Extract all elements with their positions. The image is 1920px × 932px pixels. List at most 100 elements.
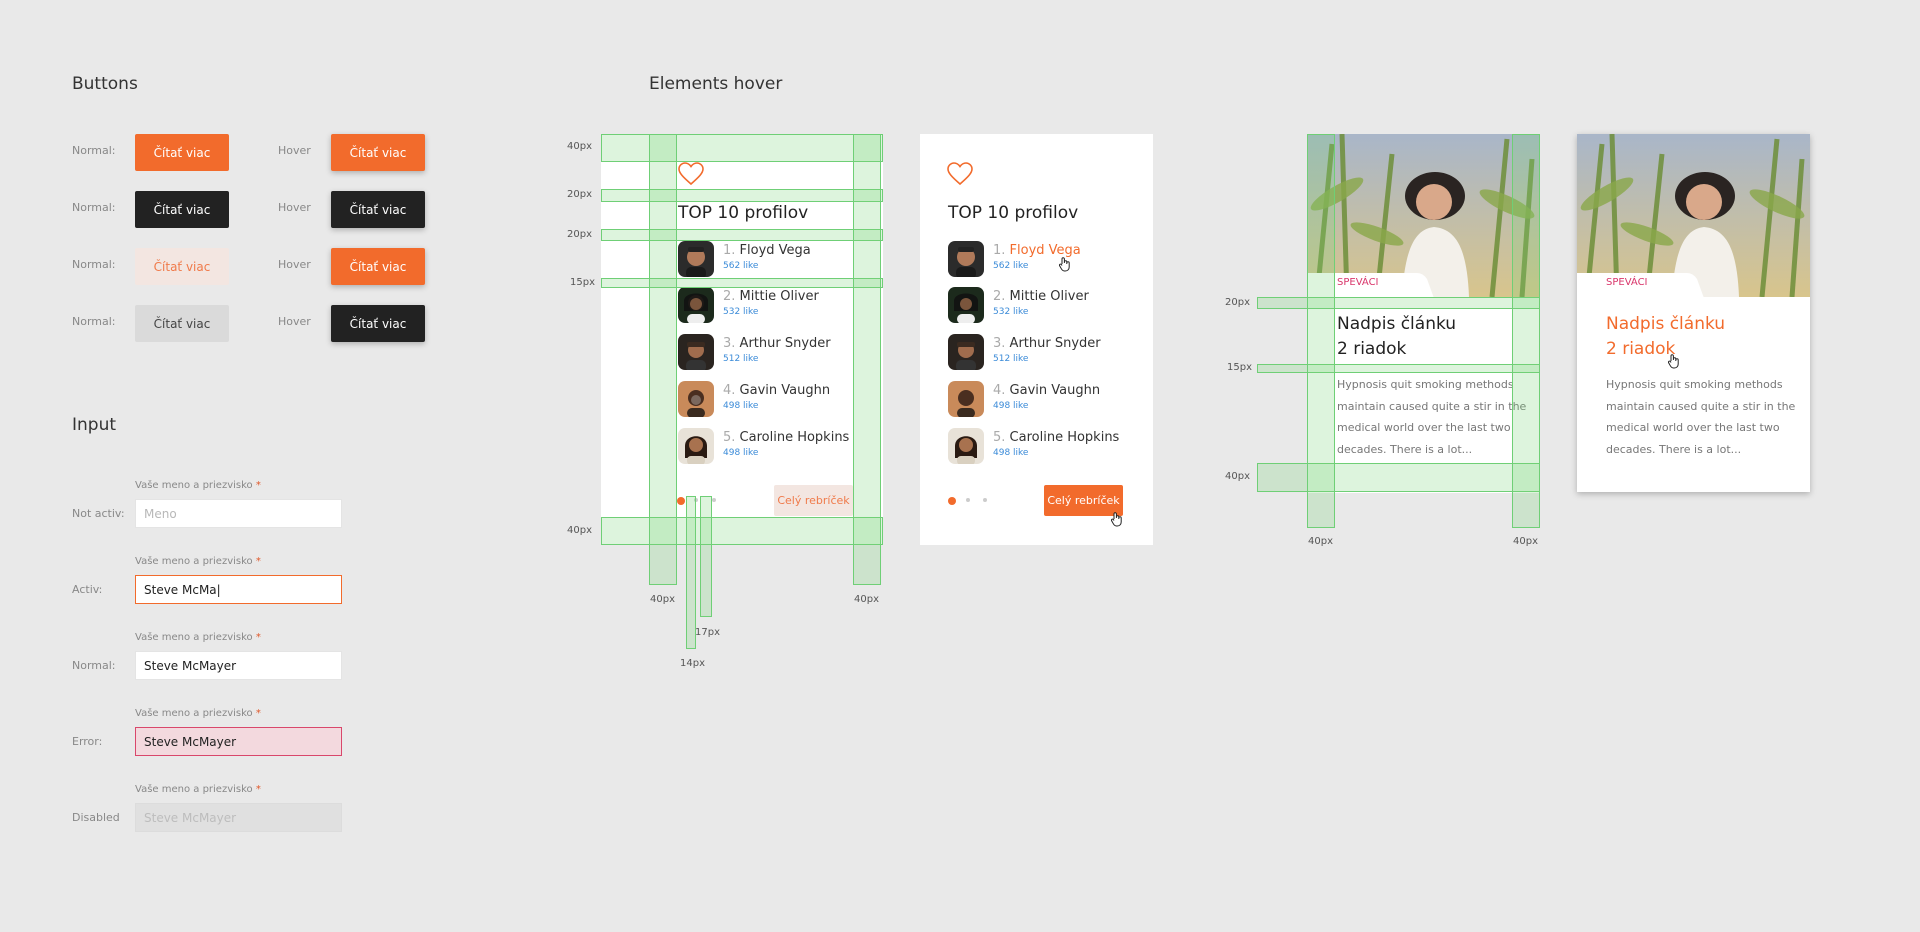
profiles-card-title: TOP 10 profilov (678, 203, 809, 223)
list-item[interactable]: 2. Mittie Oliver 532 like (948, 287, 1128, 323)
person-name: 2. Mittie Oliver (723, 289, 819, 304)
spacing-guide (1257, 463, 1540, 492)
spacing-guide (1257, 364, 1540, 373)
list-item[interactable]: 1. Floyd Vega 562 like (678, 241, 858, 277)
spacing-guide (1257, 297, 1540, 309)
spacing-guide (700, 496, 712, 617)
list-item[interactable]: 3. Arthur Snyder 512 like (678, 334, 858, 370)
name-field-active[interactable]: Steve McMa| (135, 575, 342, 604)
normal-label: Normal: (72, 315, 116, 328)
dimension-label: 20px (567, 189, 592, 200)
name-field-error[interactable]: Steve McMayer (135, 727, 342, 756)
name-field-not-active[interactable]: Meno (135, 499, 342, 528)
pagination-dot[interactable] (712, 498, 716, 502)
avatar (678, 428, 714, 464)
read-more-button-orange-normal[interactable]: Čítať viac (135, 134, 229, 171)
pagination-dot-active[interactable] (677, 497, 685, 505)
dimension-label: 40px (1308, 536, 1333, 547)
avatar (678, 334, 714, 370)
list-item[interactable]: 4. Gavin Vaughn 498 like (678, 381, 858, 417)
person-likes: 498 like (993, 401, 1029, 411)
list-item[interactable]: 4. Gavin Vaughn 498 like (948, 381, 1128, 417)
full-ranking-button-normal[interactable]: Celý rebríček (774, 485, 853, 516)
hover-label: Hover (278, 315, 311, 328)
profiles-card-title: TOP 10 profilov (948, 203, 1079, 223)
person-likes: 498 like (723, 401, 759, 411)
article-card-spec[interactable]: SPEVÁCI Nadpis článku 2 riadok Hypnosis q… (1307, 134, 1540, 493)
person-name: 3. Arthur Snyder (993, 336, 1101, 351)
spacing-guide (853, 134, 881, 585)
spacing-guide (601, 229, 883, 241)
pagination-dot-active[interactable] (948, 497, 956, 505)
normal-label: Normal: (72, 201, 116, 214)
normal-label: Normal: (72, 144, 116, 157)
normal-label: Normal: (72, 258, 116, 271)
article-excerpt: Hypnosis quit smoking methods maintain c… (1606, 378, 1796, 456)
person-likes: 562 like (723, 261, 759, 271)
read-more-button-grey-hover[interactable]: Čítať viac (331, 305, 425, 342)
dimension-label: 40px (567, 525, 592, 536)
field-label: Vaše meno a priezvisko * (135, 480, 261, 491)
article-card-hover[interactable]: SPEVÁCI Nadpis článku 2 riadok Hypnosis q… (1577, 134, 1810, 492)
input-state-label: Not activ: (72, 507, 125, 520)
article-tag: SPEVÁCI (1337, 277, 1379, 288)
pagination-dot[interactable] (966, 498, 970, 502)
avatar (948, 287, 984, 323)
list-item[interactable]: 2. Mittie Oliver 532 like (678, 287, 858, 323)
person-likes: 532 like (993, 307, 1029, 317)
list-item[interactable]: 3. Arthur Snyder 512 like (948, 334, 1128, 370)
avatar (948, 334, 984, 370)
person-name: 1. Floyd Vega (723, 243, 811, 258)
person-name: 5. Caroline Hopkins (993, 430, 1120, 445)
article-title: Nadpis článku 2 riadok (1337, 314, 1457, 359)
heart-icon[interactable] (678, 162, 704, 186)
read-more-button-dark-normal[interactable]: Čítať viac (135, 191, 229, 228)
hand-cursor-icon (1111, 512, 1122, 527)
avatar (678, 287, 714, 323)
dimension-label: 15px (1227, 362, 1252, 373)
spacing-guide (601, 517, 883, 545)
hand-cursor-icon (1059, 257, 1070, 272)
person-name: 3. Arthur Snyder (723, 336, 831, 351)
name-field-normal[interactable]: Steve McMayer (135, 651, 342, 680)
buttons-section-title: Buttons (72, 74, 138, 94)
person-likes: 562 like (993, 261, 1029, 271)
required-mark: * (255, 708, 261, 719)
read-more-button-ghost-hover[interactable]: Čítať viac (331, 248, 425, 285)
dimension-label: 14px (680, 658, 705, 669)
read-more-button-dark-hover[interactable]: Čítať viac (331, 191, 425, 228)
person-name: 4. Gavin Vaughn (993, 383, 1101, 398)
read-more-button-orange-hover[interactable]: Čítať viac (331, 134, 425, 171)
dimension-label: 20px (1225, 297, 1250, 308)
field-label: Vaše meno a priezvisko * (135, 784, 261, 795)
dimension-label: 40px (854, 594, 879, 605)
spacing-guide (1512, 134, 1540, 528)
dimension-label: 40px (650, 594, 675, 605)
list-item[interactable]: 5. Caroline Hopkins 498 like (948, 428, 1128, 464)
required-mark: * (255, 632, 261, 643)
required-mark: * (255, 480, 261, 491)
elements-hover-section-title: Elements hover (649, 74, 783, 94)
name-field-disabled: Steve McMayer (135, 803, 342, 832)
required-mark: * (255, 556, 261, 567)
dimension-label: 40px (567, 141, 592, 152)
hover-label: Hover (278, 258, 311, 271)
read-more-button-ghost-normal[interactable]: Čítať viac (135, 248, 229, 285)
person-name: 2. Mittie Oliver (993, 289, 1089, 304)
read-more-button-grey-normal[interactable]: Čítať viac (135, 305, 229, 342)
article-tag: SPEVÁCI (1606, 277, 1648, 288)
dimension-label: 40px (1225, 471, 1250, 482)
list-item[interactable]: 5. Caroline Hopkins 498 like (678, 428, 858, 464)
avatar (948, 381, 984, 417)
dimension-label: 40px (1513, 536, 1538, 547)
heart-icon[interactable] (947, 162, 973, 186)
dimension-label: 15px (570, 277, 595, 288)
pagination-dot[interactable] (983, 498, 987, 502)
list-item[interactable]: 1. Floyd Vega 562 like (948, 241, 1128, 277)
input-state-label: Disabled (72, 811, 120, 824)
person-likes: 512 like (723, 354, 759, 364)
spacing-guide (601, 189, 883, 202)
dimension-label: 17px (695, 627, 720, 638)
input-state-label: Activ: (72, 583, 103, 596)
person-likes: 512 like (993, 354, 1029, 364)
